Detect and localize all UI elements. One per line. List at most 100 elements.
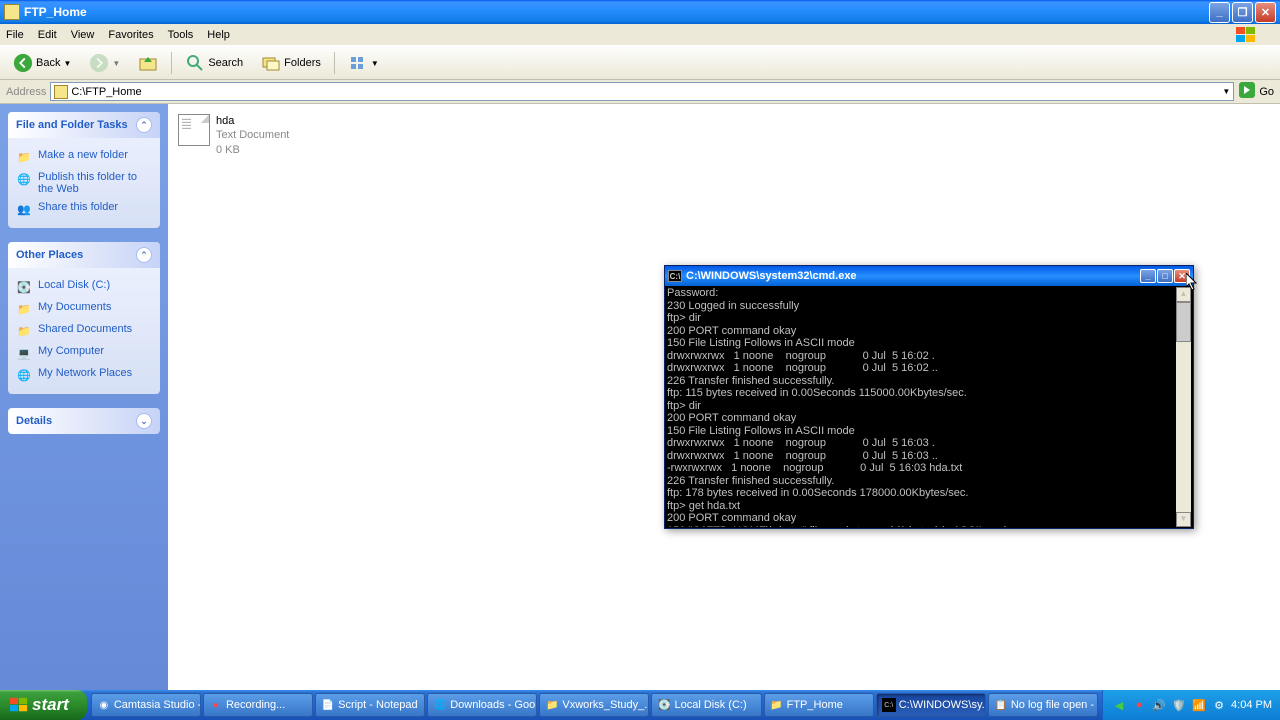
separator (334, 52, 335, 74)
tray-icon[interactable]: 🛡️ (1171, 697, 1187, 713)
cmd-close-button[interactable]: ✕ (1174, 269, 1190, 283)
task-ftp-home[interactable]: 📁FTP_Home (764, 693, 874, 717)
folder-icon (54, 85, 68, 99)
cmd-scrollbar[interactable]: ▲ ▼ (1176, 287, 1191, 527)
task-local-disk[interactable]: 💽Local Disk (C:) (651, 693, 761, 717)
up-button[interactable] (131, 49, 165, 77)
cmd-titlebar[interactable]: C:\ C:\WINDOWS\system32\cmd.exe _ □ ✕ (665, 266, 1193, 286)
minimize-button[interactable]: _ (1209, 2, 1230, 23)
disk-icon: 💽 (657, 698, 671, 712)
titlebar[interactable]: FTP_Home _ ❐ ✕ (0, 0, 1280, 24)
dropdown-icon: ▼ (371, 59, 379, 68)
dropdown-icon: ▼ (112, 59, 120, 68)
my-documents[interactable]: 📁My Documents (16, 298, 152, 320)
folders-button[interactable]: Folders (254, 49, 328, 77)
disk-icon: 💽 (16, 279, 32, 295)
menu-file[interactable]: File (6, 29, 24, 41)
file-size: 0 KB (216, 143, 289, 157)
cmd-body[interactable]: Password: 230 Logged in successfully ftp… (665, 286, 1193, 528)
cmd-title: C:\WINDOWS\system32\cmd.exe (686, 270, 1139, 282)
notepad-icon: 📄 (321, 698, 335, 712)
my-network-places[interactable]: 🌐My Network Places (16, 364, 152, 386)
tray-icon[interactable]: ◀ (1111, 697, 1127, 713)
menu-help[interactable]: Help (207, 29, 230, 41)
local-disk-c[interactable]: 💽Local Disk (C:) (16, 276, 152, 298)
views-button[interactable]: ▼ (341, 49, 386, 77)
scroll-thumb[interactable] (1176, 302, 1191, 342)
views-icon (348, 53, 368, 73)
tray-icon[interactable]: ● (1131, 697, 1147, 713)
task-cmd[interactable]: C:\C:\WINDOWS\sy... (876, 693, 986, 717)
cmd-minimize-button[interactable]: _ (1140, 269, 1156, 283)
window-title: FTP_Home (24, 5, 1209, 19)
file-name: hda (216, 114, 289, 128)
scroll-down-button[interactable]: ▼ (1176, 512, 1191, 527)
text-document-icon: ━━━━━━━━━━━━ (178, 114, 210, 146)
up-folder-icon (138, 53, 158, 73)
tray-icon[interactable]: ⚙ (1211, 697, 1227, 713)
separator (171, 52, 172, 74)
scroll-up-button[interactable]: ▲ (1176, 287, 1191, 302)
shared-documents[interactable]: 📁Shared Documents (16, 320, 152, 342)
publish-folder[interactable]: 🌐 Publish this folder to the Web (16, 168, 152, 198)
make-new-folder[interactable]: 📁 Make a new folder (16, 146, 152, 168)
my-computer[interactable]: 💻My Computer (16, 342, 152, 364)
dropdown-icon[interactable]: ▼ (1222, 87, 1230, 96)
browser-icon: 🌐 (433, 698, 447, 712)
sidebar: File and Folder Tasks ⌃ 📁 Make a new fol… (0, 104, 168, 690)
folder-icon: 📁 (770, 698, 784, 712)
back-button[interactable]: Back ▼ (6, 49, 78, 77)
task-vxworks[interactable]: 📁Vxworks_Study_... (539, 693, 649, 717)
menu-view[interactable]: View (71, 29, 95, 41)
folder-icon: 📁 (545, 698, 559, 712)
address-label: Address (6, 86, 46, 98)
menu-edit[interactable]: Edit (38, 29, 57, 41)
cmd-maximize-button[interactable]: □ (1157, 269, 1173, 283)
app-icon: 📋 (994, 698, 1008, 712)
details-panel: Details ⌄ (8, 408, 160, 434)
network-icon: 🌐 (16, 367, 32, 383)
tray-icon[interactable]: 🔊 (1151, 697, 1167, 713)
menu-favorites[interactable]: Favorites (108, 29, 153, 41)
address-value: C:\FTP_Home (71, 86, 141, 98)
dropdown-icon: ▼ (63, 59, 71, 68)
system-tray[interactable]: ◀ ● 🔊 🛡️ 📶 ⚙ 4:04 PM (1102, 690, 1280, 720)
expand-icon[interactable]: ⌄ (136, 413, 152, 429)
menu-tools[interactable]: Tools (168, 29, 194, 41)
record-icon: ● (209, 698, 223, 712)
collapse-icon[interactable]: ⌃ (136, 117, 152, 133)
clock[interactable]: 4:04 PM (1231, 699, 1272, 711)
maximize-button[interactable]: ❐ (1232, 2, 1253, 23)
search-button[interactable]: Search (178, 49, 250, 77)
panel-header[interactable]: Other Places ⌃ (8, 242, 160, 268)
go-button[interactable]: Go (1238, 81, 1274, 102)
task-recording[interactable]: ●Recording... (203, 693, 313, 717)
share-folder[interactable]: 👥 Share this folder (16, 198, 152, 220)
cmd-icon: C:\ (882, 698, 896, 712)
task-notepad[interactable]: 📄Script - Notepad (315, 693, 425, 717)
folder-icon: 📁 (16, 301, 32, 317)
cmd-icon: C:\ (668, 270, 682, 282)
toolbar: Back ▼ ▼ Search Folders ▼ (0, 46, 1280, 80)
panel-header[interactable]: Details ⌄ (8, 408, 160, 434)
address-input[interactable]: C:\FTP_Home ▼ (50, 82, 1234, 101)
file-item-hda[interactable]: ━━━━━━━━━━━━ hda Text Document 0 KB (178, 114, 378, 157)
back-arrow-icon (13, 53, 33, 73)
task-downloads[interactable]: 🌐Downloads - Goo... (427, 693, 537, 717)
forward-button[interactable]: ▼ (82, 49, 127, 77)
cmd-window[interactable]: C:\ C:\WINDOWS\system32\cmd.exe _ □ ✕ Pa… (664, 265, 1194, 529)
search-icon (185, 53, 205, 73)
start-button[interactable]: start (0, 690, 87, 720)
collapse-icon[interactable]: ⌃ (136, 247, 152, 263)
task-camtasia[interactable]: ◉Camtasia Studio - ... (91, 693, 201, 717)
share-icon: 👥 (16, 201, 32, 217)
folder-icon (4, 4, 20, 20)
computer-icon: 💻 (16, 345, 32, 361)
tray-icon[interactable]: 📶 (1191, 697, 1207, 713)
file-type: Text Document (216, 128, 289, 142)
go-icon (1238, 81, 1256, 102)
close-button[interactable]: ✕ (1255, 2, 1276, 23)
panel-header[interactable]: File and Folder Tasks ⌃ (8, 112, 160, 138)
folder-icon: 📁 (16, 323, 32, 339)
task-log[interactable]: 📋No log file open - ... (988, 693, 1098, 717)
